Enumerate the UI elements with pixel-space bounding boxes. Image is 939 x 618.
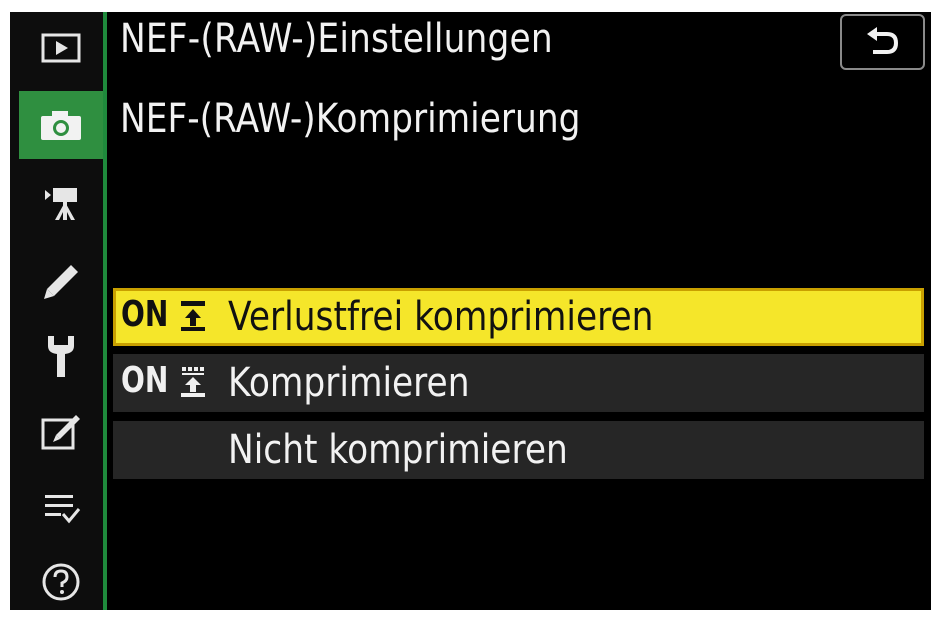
movie-menu-tab[interactable] [19,170,103,238]
camera-icon [41,111,81,140]
help-button[interactable] [19,548,103,610]
back-button[interactable] [840,14,925,70]
help-icon [42,563,80,601]
option-compressed[interactable]: ON Komprimieren [113,354,924,412]
option-label: Nicht komprimieren [228,427,568,473]
menu-sidebar [10,12,103,610]
wrench-icon [48,336,74,377]
back-arrow-icon [866,27,898,54]
photo-shooting-menu-tab[interactable] [19,91,103,159]
movie-icon [45,188,77,220]
page-subtitle: NEF-(RAW-)Komprimierung [120,96,581,142]
option-uncompressed[interactable]: Nicht komprimieren [113,421,924,479]
option-lossless-compressed[interactable]: ON Verlustfrei komprimieren [113,288,924,346]
option-label: Verlustfrei komprimieren [228,294,654,340]
pencil-icon [44,265,78,299]
page-title: NEF-(RAW-)Einstellungen [120,16,553,62]
camera-menu-screen: NEF-(RAW-)Einstellungen NEF-(RAW-)Kompri… [10,12,931,610]
custom-settings-menu-tab[interactable] [19,248,103,316]
playback-icon [41,33,81,63]
option-label: Komprimieren [228,360,470,406]
setup-menu-tab[interactable] [19,322,103,390]
retouch-icon [41,415,80,450]
compressed-icon [181,367,205,397]
sidebar-divider [103,12,107,610]
lossless-compressed-icon [181,301,205,331]
playback-menu-tab[interactable] [19,14,103,82]
retouch-menu-tab[interactable] [19,398,103,466]
my-menu-tab[interactable] [19,474,103,542]
on-prefix: ON [121,360,169,401]
on-prefix: ON [121,294,169,335]
my-menu-icon [45,495,81,524]
